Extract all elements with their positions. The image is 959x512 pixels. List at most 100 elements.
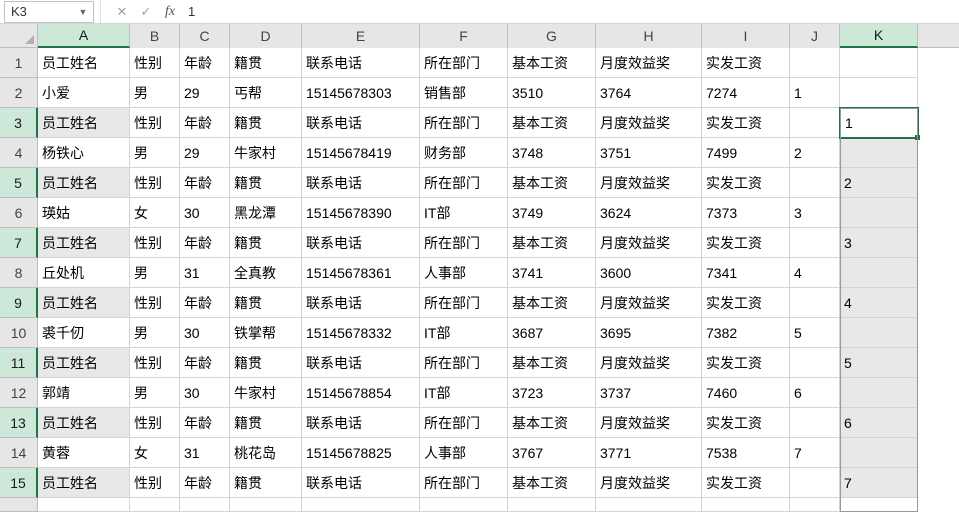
cell-E13[interactable]: 联系电话: [302, 408, 420, 438]
row-header-partial[interactable]: [0, 498, 38, 512]
cell-G10[interactable]: 3687: [508, 318, 596, 348]
cell-E12[interactable]: 15145678854: [302, 378, 420, 408]
cell-G8[interactable]: 3741: [508, 258, 596, 288]
cell-D10[interactable]: 铁掌帮: [230, 318, 302, 348]
cell-K5[interactable]: 2: [840, 168, 918, 198]
cell-A8[interactable]: 丘处机: [38, 258, 130, 288]
column-header-A[interactable]: A: [38, 24, 130, 48]
cell-C14[interactable]: 31: [180, 438, 230, 468]
cell-G7[interactable]: 基本工资: [508, 228, 596, 258]
cell-I1[interactable]: 实发工资: [702, 48, 790, 78]
cell-D13[interactable]: 籍贯: [230, 408, 302, 438]
cell-G12[interactable]: 3723: [508, 378, 596, 408]
cell-I4[interactable]: 7499: [702, 138, 790, 168]
cell-K9[interactable]: 4: [840, 288, 918, 318]
cell-D15[interactable]: 籍贯: [230, 468, 302, 498]
cell-G3[interactable]: 基本工资: [508, 108, 596, 138]
column-header-G[interactable]: G: [508, 24, 596, 48]
cell-H3[interactable]: 月度效益奖: [596, 108, 702, 138]
cell-D3[interactable]: 籍贯: [230, 108, 302, 138]
cell-D6[interactable]: 黑龙潭: [230, 198, 302, 228]
cell-J15[interactable]: [790, 468, 840, 498]
cell-partial[interactable]: [38, 498, 130, 512]
cell-B12[interactable]: 男: [130, 378, 180, 408]
cell-G1[interactable]: 基本工资: [508, 48, 596, 78]
cell-E5[interactable]: 联系电话: [302, 168, 420, 198]
cell-C10[interactable]: 30: [180, 318, 230, 348]
name-box[interactable]: K3 ▼: [4, 1, 94, 23]
cell-H9[interactable]: 月度效益奖: [596, 288, 702, 318]
cell-E9[interactable]: 联系电话: [302, 288, 420, 318]
cell-J12[interactable]: 6: [790, 378, 840, 408]
cell-F11[interactable]: 所在部门: [420, 348, 508, 378]
column-header-E[interactable]: E: [302, 24, 420, 48]
cell-E6[interactable]: 15145678390: [302, 198, 420, 228]
cell-A14[interactable]: 黄蓉: [38, 438, 130, 468]
cell-I10[interactable]: 7382: [702, 318, 790, 348]
cell-A2[interactable]: 小爱: [38, 78, 130, 108]
cell-K8[interactable]: [840, 258, 918, 288]
cell-E11[interactable]: 联系电话: [302, 348, 420, 378]
cell-E2[interactable]: 15145678303: [302, 78, 420, 108]
cell-K3[interactable]: 1: [840, 108, 918, 138]
cell-B9[interactable]: 性别: [130, 288, 180, 318]
cell-I5[interactable]: 实发工资: [702, 168, 790, 198]
cell-I3[interactable]: 实发工资: [702, 108, 790, 138]
cell-G4[interactable]: 3748: [508, 138, 596, 168]
cell-partial[interactable]: [840, 498, 918, 512]
cell-D4[interactable]: 牛家村: [230, 138, 302, 168]
cell-J8[interactable]: 4: [790, 258, 840, 288]
row-header-6[interactable]: 6: [0, 198, 38, 228]
cell-F8[interactable]: 人事部: [420, 258, 508, 288]
row-header-8[interactable]: 8: [0, 258, 38, 288]
cell-K2[interactable]: [840, 78, 918, 108]
cell-partial[interactable]: [130, 498, 180, 512]
cancel-icon[interactable]: ✕: [110, 1, 134, 23]
cell-D8[interactable]: 全真教: [230, 258, 302, 288]
cell-C12[interactable]: 30: [180, 378, 230, 408]
cell-D14[interactable]: 桃花岛: [230, 438, 302, 468]
spreadsheet-grid[interactable]: ABCDEFGHIJK 123456789101112131415 员工姓名性别…: [0, 24, 959, 512]
cell-A1[interactable]: 员工姓名: [38, 48, 130, 78]
cell-G2[interactable]: 3510: [508, 78, 596, 108]
cell-D12[interactable]: 牛家村: [230, 378, 302, 408]
cell-D9[interactable]: 籍贯: [230, 288, 302, 318]
cell-B8[interactable]: 男: [130, 258, 180, 288]
row-header-5[interactable]: 5: [0, 168, 38, 198]
cell-F10[interactable]: IT部: [420, 318, 508, 348]
cell-C7[interactable]: 年龄: [180, 228, 230, 258]
cell-H11[interactable]: 月度效益奖: [596, 348, 702, 378]
cell-J13[interactable]: [790, 408, 840, 438]
cell-K1[interactable]: [840, 48, 918, 78]
cell-K14[interactable]: [840, 438, 918, 468]
row-header-2[interactable]: 2: [0, 78, 38, 108]
cell-C15[interactable]: 年龄: [180, 468, 230, 498]
enter-icon[interactable]: ✓: [134, 1, 158, 23]
cell-I2[interactable]: 7274: [702, 78, 790, 108]
cell-partial[interactable]: [230, 498, 302, 512]
cell-H1[interactable]: 月度效益奖: [596, 48, 702, 78]
cell-K7[interactable]: 3: [840, 228, 918, 258]
cell-K10[interactable]: [840, 318, 918, 348]
cell-A13[interactable]: 员工姓名: [38, 408, 130, 438]
cell-B2[interactable]: 男: [130, 78, 180, 108]
cell-A6[interactable]: 瑛姑: [38, 198, 130, 228]
cell-G9[interactable]: 基本工资: [508, 288, 596, 318]
cell-B14[interactable]: 女: [130, 438, 180, 468]
cell-I7[interactable]: 实发工资: [702, 228, 790, 258]
row-header-10[interactable]: 10: [0, 318, 38, 348]
cell-K13[interactable]: 6: [840, 408, 918, 438]
cell-A7[interactable]: 员工姓名: [38, 228, 130, 258]
cell-C5[interactable]: 年龄: [180, 168, 230, 198]
cell-A5[interactable]: 员工姓名: [38, 168, 130, 198]
cell-H12[interactable]: 3737: [596, 378, 702, 408]
cell-A3[interactable]: 员工姓名: [38, 108, 130, 138]
column-header-F[interactable]: F: [420, 24, 508, 48]
cell-H6[interactable]: 3624: [596, 198, 702, 228]
cell-J11[interactable]: [790, 348, 840, 378]
cell-K4[interactable]: [840, 138, 918, 168]
column-header-J[interactable]: J: [790, 24, 840, 48]
cell-B5[interactable]: 性别: [130, 168, 180, 198]
cell-C13[interactable]: 年龄: [180, 408, 230, 438]
cell-partial[interactable]: [596, 498, 702, 512]
